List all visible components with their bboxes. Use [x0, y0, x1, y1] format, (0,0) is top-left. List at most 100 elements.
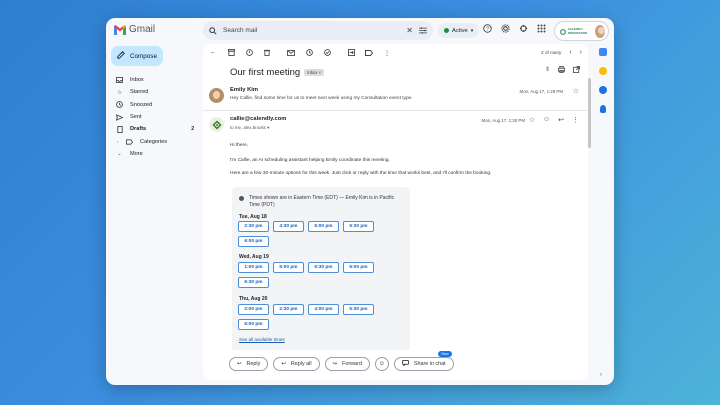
- time-slot[interactable]: 4:30 pm: [273, 221, 304, 232]
- svg-text:?: ?: [486, 26, 489, 32]
- print-icon[interactable]: [558, 66, 565, 75]
- calendar-icon[interactable]: [599, 48, 607, 56]
- share-in-chat-wrap: Share in chat New: [393, 351, 454, 371]
- message-collapsed[interactable]: Emily Kim Hey Callie, find some time for…: [209, 86, 581, 108]
- message-date: Mon, Aug 17, 1:30 PM: [481, 118, 525, 123]
- star-icon[interactable]: ☆: [573, 87, 579, 95]
- sidebar-item-label: Drafts: [130, 126, 147, 133]
- emoji-reaction-button[interactable]: ☺: [374, 357, 389, 371]
- time-slot[interactable]: 6:00 pm: [343, 262, 374, 273]
- day-label: Thu, Aug 20: [239, 296, 268, 302]
- share-in-chat-button[interactable]: Share in chat: [393, 357, 454, 371]
- share-in-chat-label: Share in chat: [413, 361, 446, 367]
- message-actions: ☆ ☺ ↩ ⋮: [529, 116, 579, 124]
- time-slot[interactable]: 5:30 pm: [343, 304, 374, 315]
- inbox-label-chip[interactable]: Inbox ×: [304, 69, 325, 76]
- reply-icon[interactable]: ↩: [558, 116, 564, 124]
- scrollbar[interactable]: [588, 78, 591, 148]
- sidebar-item-categories[interactable]: › Categories: [106, 135, 202, 147]
- reply-all-button[interactable]: ↩ Reply all: [273, 357, 320, 371]
- expand-collapse-icon[interactable]: ⇕: [545, 66, 550, 75]
- side-panel-rail: [596, 48, 610, 113]
- pager-text: 2 of many: [541, 50, 562, 55]
- time-slots-card: Times shown are in Eastern Time (EDT) — …: [232, 187, 410, 357]
- sidebar-nav: Inbox ☆ Starred Snoozed Sent Drafts 2 ›: [106, 74, 202, 160]
- account-switcher[interactable]: CALENDLY INTEGRATION: [554, 21, 609, 41]
- sidebar-item-snoozed[interactable]: Snoozed: [106, 99, 202, 111]
- search-input[interactable]: Search mail: [223, 27, 400, 34]
- subject-row: Our first meeting Inbox ×: [230, 67, 325, 78]
- label-icon[interactable]: [365, 49, 373, 57]
- chevron-left-icon[interactable]: ‹: [569, 49, 571, 56]
- more-vert-icon[interactable]: ⋮: [572, 116, 579, 124]
- time-slot[interactable]: 1:00 pm: [238, 262, 269, 273]
- reply-label: Reply: [246, 361, 261, 367]
- time-slot[interactable]: 6:00 pm: [238, 236, 269, 247]
- reply-all-icon: ↩: [281, 361, 286, 367]
- sidebar-item-label: Sent: [130, 114, 142, 121]
- time-slot[interactable]: 2:30 pm: [273, 304, 304, 315]
- time-slot[interactable]: 5:30 pm: [343, 221, 374, 232]
- time-slot[interactable]: 6:00 pm: [238, 319, 269, 330]
- gmail-logo[interactable]: Gmail: [114, 24, 155, 35]
- time-slot[interactable]: 5:00 pm: [273, 262, 304, 273]
- sidebar-item-drafts[interactable]: Drafts 2: [106, 123, 202, 135]
- mark-unread-icon[interactable]: [287, 49, 295, 57]
- options-text: Here are a few 30-minute options for thi…: [230, 171, 492, 176]
- archive-icon[interactable]: [227, 49, 235, 57]
- day-label: Wed, Aug 19: [239, 254, 269, 260]
- snooze-icon[interactable]: [305, 49, 313, 57]
- time-slot[interactable]: 5:00 pm: [308, 221, 339, 232]
- gemini-settings-icon[interactable]: [519, 24, 528, 33]
- time-slot[interactable]: 4:00 pm: [308, 304, 339, 315]
- add-task-icon[interactable]: [323, 49, 331, 57]
- tasks-icon[interactable]: [599, 86, 607, 94]
- message-snippet: Hey Callie, find some time for us to mee…: [230, 96, 413, 101]
- open-new-window-icon[interactable]: [573, 66, 580, 75]
- sender-name: Emily Kim: [230, 87, 259, 93]
- chevron-right-icon[interactable]: ›: [600, 372, 602, 378]
- search-icon[interactable]: [209, 26, 217, 35]
- sidebar-item-inbox[interactable]: Inbox: [106, 74, 202, 86]
- sidebar-item-more[interactable]: ⌄ More: [106, 148, 202, 160]
- status-dot-icon: [444, 28, 449, 33]
- recipients[interactable]: to me, alex.brooks ▾: [230, 125, 269, 131]
- see-all-times-link[interactable]: See all available times: [239, 337, 285, 342]
- back-arrow-icon[interactable]: ←: [209, 49, 217, 57]
- star-icon[interactable]: ☆: [529, 116, 535, 124]
- sidebar-item-label: More: [130, 150, 143, 157]
- reply-button[interactable]: ↩ Reply: [229, 357, 269, 371]
- calendly-logo-icon: [209, 117, 224, 132]
- time-slot[interactable]: 5:30 pm: [308, 262, 339, 273]
- forward-button[interactable]: ↪ Forward: [324, 357, 370, 371]
- keep-icon[interactable]: [599, 67, 607, 75]
- filter-options-icon[interactable]: [419, 27, 427, 34]
- compose-button[interactable]: Compose: [111, 46, 163, 66]
- time-slot[interactable]: 2:30 pm: [238, 221, 269, 232]
- help-icon[interactable]: ?: [483, 24, 492, 33]
- message-toolbar: ← ⋮ 2 of many ‹ ›: [203, 44, 588, 61]
- time-slot[interactable]: 2:00 pm: [238, 304, 269, 315]
- more-vert-icon[interactable]: ⋮: [383, 49, 391, 57]
- subject-actions: ⇕: [545, 66, 580, 75]
- move-to-icon[interactable]: [347, 49, 355, 57]
- chevron-right-icon[interactable]: ›: [580, 49, 582, 56]
- avatar: [209, 88, 224, 103]
- sidebar-item-starred[interactable]: ☆ Starred: [106, 86, 202, 98]
- apps-grid-icon[interactable]: [537, 24, 546, 33]
- search-bar[interactable]: Search mail ✕: [203, 21, 433, 40]
- report-spam-icon[interactable]: [245, 49, 253, 57]
- contacts-icon[interactable]: [600, 105, 606, 113]
- close-icon[interactable]: ✕: [406, 26, 413, 35]
- time-slot[interactable]: 6:30 pm: [238, 277, 269, 288]
- status-selector[interactable]: Active ▾: [438, 23, 480, 38]
- gmail-wordmark: Gmail: [129, 24, 156, 35]
- sidebar-item-sent[interactable]: Sent: [106, 111, 202, 123]
- timezone-note: Times shown are in Eastern Time (EDT) — …: [239, 195, 399, 209]
- sidebar-item-label: Inbox: [130, 77, 144, 84]
- trash-icon[interactable]: [263, 49, 271, 57]
- emoji-icon[interactable]: ☺: [543, 116, 550, 124]
- forward-label: Forward: [342, 361, 362, 367]
- gear-icon[interactable]: [501, 24, 510, 33]
- forward-icon: ↪: [332, 361, 338, 367]
